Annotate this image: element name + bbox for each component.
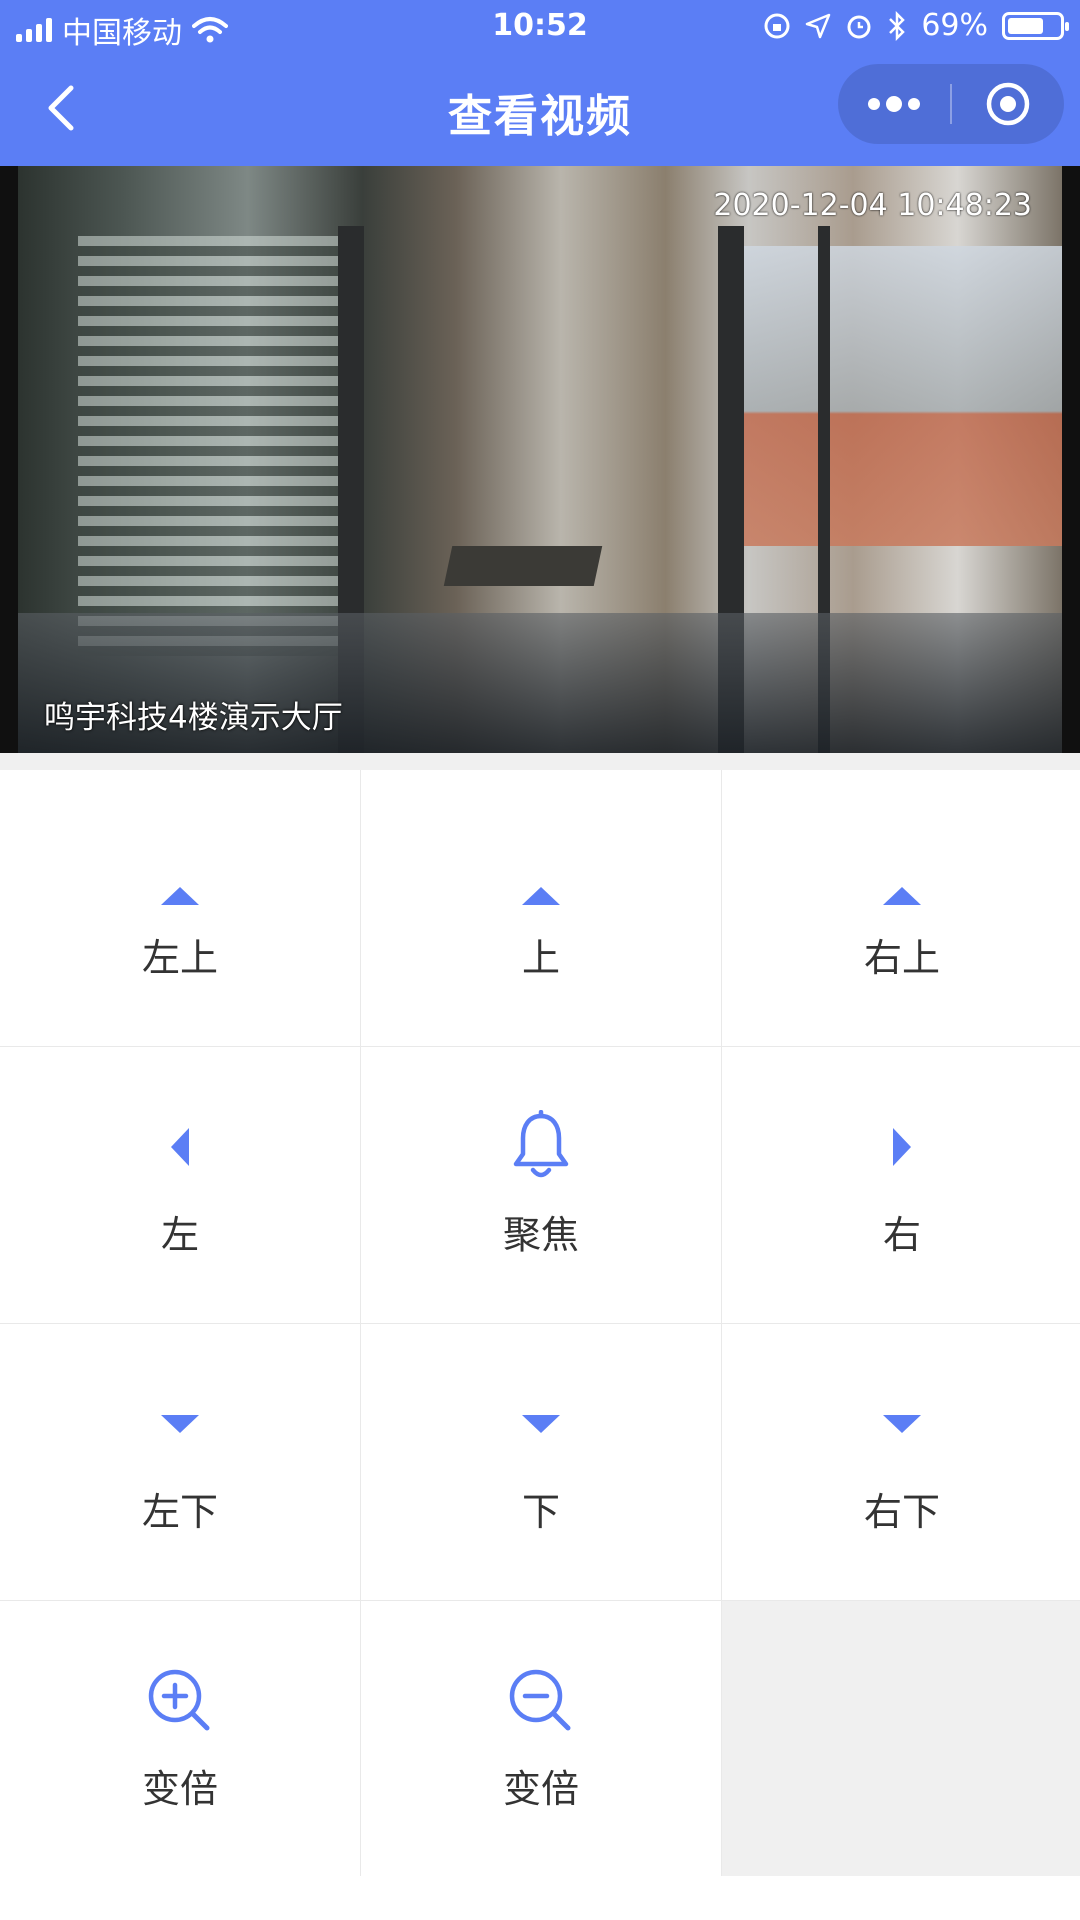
bottom-strip [0, 1876, 1080, 1920]
zoom-in-icon [148, 1669, 210, 1730]
nav-bar: 查看视频 [0, 52, 1080, 166]
alarm-icon [847, 15, 871, 38]
more-dots-icon [868, 96, 920, 112]
mini-program-capsule [838, 64, 1064, 144]
ptz-down-button[interactable]: 下 [361, 1324, 721, 1600]
header: 中国移动 10:52 69% 查看视频 [0, 0, 1080, 166]
zoom-out-icon [509, 1669, 571, 1730]
close-miniprogram-button[interactable] [952, 64, 1064, 144]
video-frame [18, 166, 1062, 753]
rotation-lock-icon [764, 13, 790, 38]
arrow-up-icon [883, 886, 921, 905]
more-button[interactable] [838, 64, 950, 144]
video-player[interactable]: 2020-12-04 10:48:23 鸣宇科技4楼演示大厅 [0, 166, 1080, 753]
battery-percent: 69% [921, 8, 988, 43]
bell-icon [513, 1109, 569, 1177]
ptz-control-grid: 左上 上 右上 左 聚焦 右 左下 下 右下 变倍 变倍 [0, 770, 1080, 1877]
camera-label: 鸣宇科技4楼演示大厅 [44, 700, 343, 736]
bluetooth-icon [889, 10, 906, 41]
target-circle-icon [986, 82, 1030, 126]
ptz-left-button[interactable]: 左 [0, 1047, 360, 1323]
arrow-right-icon [893, 1127, 911, 1166]
arrow-up-icon [161, 886, 199, 905]
ptz-down-right-button[interactable]: 右下 [722, 1324, 1080, 1600]
video-timestamp: 2020-12-04 10:48:23 [713, 188, 1032, 223]
zoom-in-button[interactable]: 变倍 [0, 1601, 360, 1877]
battery-icon [1002, 11, 1069, 40]
arrow-down-icon [883, 1414, 921, 1433]
zoom-out-button[interactable]: 变倍 [361, 1601, 721, 1877]
ptz-up-button[interactable]: 上 [361, 770, 721, 1046]
location-icon [806, 13, 831, 38]
ptz-right-button[interactable]: 右 [722, 1047, 1080, 1323]
ptz-up-left-button[interactable]: 左上 [0, 770, 360, 1046]
ptz-down-left-button[interactable]: 左下 [0, 1324, 360, 1600]
ptz-up-right-button[interactable]: 右上 [722, 770, 1080, 1046]
ptz-focus-button[interactable]: 聚焦 [361, 1047, 721, 1323]
arrow-left-icon [171, 1127, 189, 1166]
status-bar: 中国移动 10:52 69% [0, 0, 1080, 52]
grid-empty-cell [722, 1601, 1080, 1877]
arrow-up-icon [522, 886, 560, 905]
arrow-down-icon [522, 1414, 560, 1433]
arrow-down-icon [161, 1414, 199, 1433]
